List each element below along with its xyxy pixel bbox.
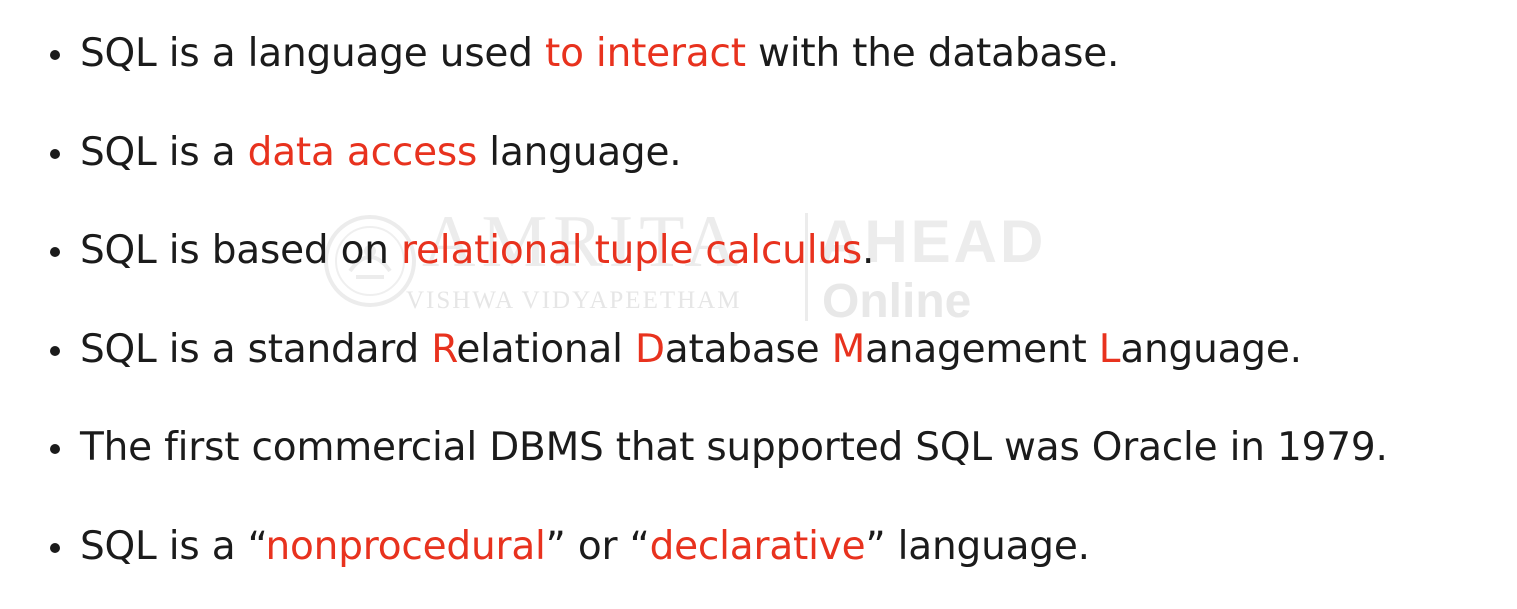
bullet-text: anagement xyxy=(865,327,1099,372)
bullet-dot-icon xyxy=(50,543,60,553)
bullet-dot-icon xyxy=(50,247,60,257)
bullet-text: elational xyxy=(456,327,635,372)
highlighted-text: relational tuple calculus xyxy=(401,228,862,273)
bullet-text: anguage. xyxy=(1120,327,1302,372)
bullet-item: SQL is a data access language. xyxy=(50,117,1388,216)
bullet-dot-icon xyxy=(50,346,60,356)
bullet-item: SQL is based on relational tuple calculu… xyxy=(50,215,1388,314)
bullet-item: SQL is a language used to interact with … xyxy=(50,18,1388,117)
bullet-text: SQL is a xyxy=(80,130,248,175)
bullet-text: ” or “ xyxy=(546,524,650,569)
bullet-text: SQL is based on xyxy=(80,228,401,273)
highlighted-text: D xyxy=(635,327,665,372)
bullet-dot-icon xyxy=(50,149,60,159)
highlighted-text: nonprocedural xyxy=(266,524,546,569)
bullet-text: The first commercial DBMS that supported… xyxy=(80,425,1388,470)
bullet-text: . xyxy=(862,228,874,273)
bullet-text: with the database. xyxy=(746,31,1119,76)
bullet-text: atabase xyxy=(665,327,832,372)
highlighted-text: data access xyxy=(248,130,477,175)
highlighted-text: M xyxy=(832,327,865,372)
bullet-item: SQL is a standard Relational Database Ma… xyxy=(50,314,1388,413)
highlighted-text: to interact xyxy=(545,31,746,76)
bullet-text: SQL is a standard xyxy=(80,327,431,372)
highlighted-text: declarative xyxy=(650,524,866,569)
highlighted-text: R xyxy=(431,327,456,372)
bullet-item: The first commercial DBMS that supported… xyxy=(50,412,1388,511)
highlighted-text: L xyxy=(1099,327,1121,372)
bullet-dot-icon xyxy=(50,444,60,454)
bullet-text: ” language. xyxy=(865,524,1089,569)
bullet-item: SQL is a “nonprocedural” or “declarative… xyxy=(50,511,1388,609)
bullet-list: SQL is a language used to interact with … xyxy=(50,18,1388,609)
bullet-text: language. xyxy=(477,130,681,175)
bullet-text: SQL is a “ xyxy=(80,524,266,569)
bullet-dot-icon xyxy=(50,50,60,60)
slide: AMRITA VISHWA VIDYAPEETHAM AHEAD Online … xyxy=(0,0,1517,592)
bullet-text: SQL is a language used xyxy=(80,31,545,76)
